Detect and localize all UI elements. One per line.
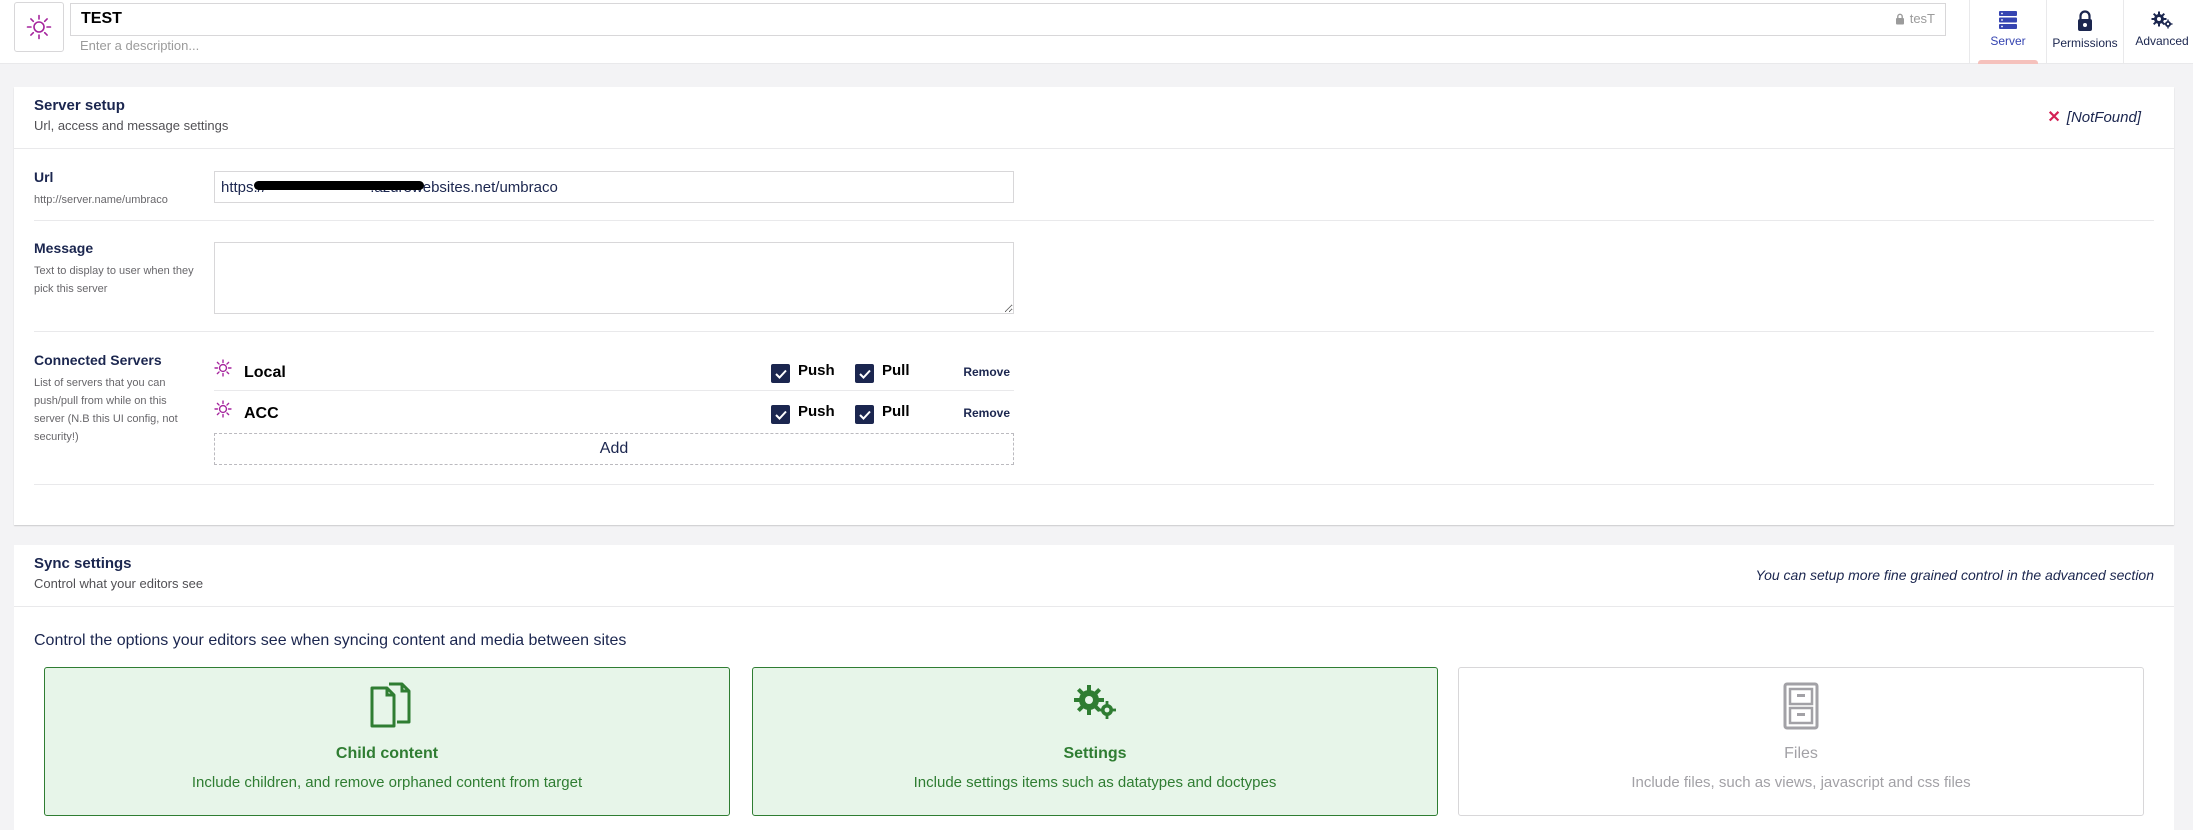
tab-advanced-label: Advanced — [2135, 34, 2189, 48]
name-value: TEST — [81, 10, 122, 27]
sync-settings-header: Sync settings Control what your editors … — [14, 545, 2174, 607]
divider — [34, 484, 2154, 485]
panel-subtitle: Url, access and message settings — [34, 118, 229, 133]
lock-icon — [2078, 10, 2092, 31]
pull-checkbox[interactable] — [855, 364, 874, 383]
card-description: Include settings items such as datatypes… — [913, 774, 1277, 791]
connected-hint: List of servers that you can push/pull f… — [34, 377, 178, 443]
check-icon — [774, 369, 787, 379]
tab-server-label: Server — [1990, 34, 2026, 48]
push-checkbox[interactable] — [771, 405, 790, 424]
divider — [34, 220, 2154, 221]
files-card[interactable]: Files Include files, such as views, java… — [1458, 667, 2144, 816]
child-content-card[interactable]: Child content Include children, and remo… — [44, 667, 730, 816]
pull-checkbox[interactable] — [855, 405, 874, 424]
card-description: Include children, and remove orphaned co… — [191, 774, 583, 791]
server-row: Local Push Pull Remove — [214, 350, 1014, 391]
sync-settings-panel: Sync settings Control what your editors … — [14, 545, 2174, 830]
url-hint: http://server.name/umbraco — [34, 194, 168, 206]
error-icon: ✕ — [2047, 109, 2061, 126]
tab-advanced[interactable]: Advanced — [2124, 0, 2193, 64]
remove-button[interactable]: Remove — [963, 365, 1010, 379]
url-label: Url — [34, 169, 54, 185]
server-icon — [1999, 11, 2017, 29]
card-title: Child content — [335, 745, 439, 762]
name-input[interactable]: TEST tesT — [70, 3, 1946, 36]
server-setup-panel: Server setup Url, access and message set… — [14, 87, 2174, 525]
check-icon — [858, 410, 871, 420]
alias-value: tesT — [1909, 11, 1935, 26]
connected-label-group: Connected Servers List of servers that y… — [34, 352, 194, 446]
remove-button[interactable]: Remove — [963, 406, 1010, 420]
message-textarea[interactable] — [214, 242, 1014, 314]
tab-permissions[interactable]: Permissions — [2047, 0, 2124, 64]
sun-icon[interactable] — [14, 2, 64, 52]
panel-title: Server setup — [34, 97, 125, 114]
sun-icon — [214, 359, 232, 377]
panel-subtitle: Control what your editors see — [34, 576, 204, 591]
card-title: Settings — [1063, 745, 1127, 762]
server-setup-header: Server setup Url, access and message set… — [14, 87, 2174, 149]
message-label-group: Message Text to display to user when the… — [34, 240, 194, 298]
settings-card[interactable]: Settings Include settings items such as … — [752, 667, 1438, 816]
lock-icon — [1895, 13, 1904, 24]
push-checkbox[interactable] — [771, 364, 790, 383]
alias-field[interactable]: tesT — [1895, 11, 1935, 26]
status-text: [NotFound] — [2066, 108, 2141, 126]
check-icon — [774, 410, 787, 420]
server-name: Local — [244, 364, 286, 381]
pull-label: Pull — [882, 362, 910, 379]
editor-tabs: Server Permissions Advanced — [1969, 0, 2193, 64]
push-label: Push — [798, 362, 835, 379]
server-row: ACC Push Pull Remove — [214, 391, 1014, 432]
add-server-button[interactable]: Add — [214, 433, 1014, 465]
url-label-group: Url http://server.name/umbraco — [34, 169, 204, 209]
panel-title: Sync settings — [34, 555, 132, 572]
push-label: Push — [798, 403, 835, 420]
sync-intro: Control the options your editors see whe… — [34, 632, 627, 649]
tab-permissions-label: Permissions — [2052, 36, 2118, 50]
message-hint: Text to display to user when they pick t… — [34, 265, 194, 295]
server-name: ACC — [244, 405, 279, 422]
advanced-hint: You can setup more fine grained control … — [1755, 567, 2154, 583]
tab-server[interactable]: Server — [1970, 0, 2047, 64]
description-input[interactable]: Enter a description... — [80, 38, 199, 53]
card-description: Include files, such as views, javascript… — [1631, 774, 1971, 791]
message-label: Message — [34, 240, 94, 256]
documents-icon — [370, 682, 411, 728]
connected-label: Connected Servers — [34, 352, 162, 368]
connection-status: ✕ [NotFound] — [2047, 107, 2141, 127]
filing-cabinet-icon — [1783, 682, 1819, 730]
redaction-mark — [254, 181, 424, 190]
card-title: Files — [1784, 745, 1818, 762]
settings-icon — [2151, 11, 2173, 29]
pull-label: Pull — [882, 403, 910, 420]
editor-header: TEST tesT Enter a description... Server … — [0, 0, 2193, 64]
divider — [34, 331, 2154, 332]
settings-icon — [1074, 685, 1116, 719]
sun-icon — [214, 400, 232, 418]
check-icon — [858, 369, 871, 379]
